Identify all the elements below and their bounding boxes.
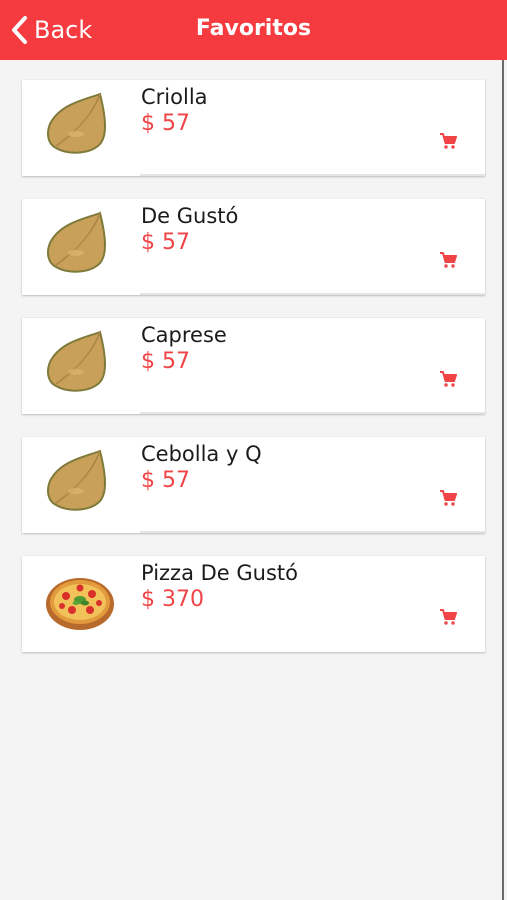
item-name: Criolla [141,85,208,109]
cart-icon[interactable] [439,370,457,388]
item-price: $ 57 [141,230,190,255]
list-item[interactable]: Caprese $ 57 [22,318,485,414]
cart-icon[interactable] [439,608,457,626]
list-item[interactable]: Pizza De Gustó $ 370 [22,556,485,652]
list-item[interactable]: De Gustó $ 57 [22,199,485,295]
favorites-list: Criolla $ 57 De Gustó $ 57 Caprese $ 57 … [22,80,485,675]
page-title: Favoritos [195,16,312,41]
item-name: De Gustó [141,204,239,228]
empanada-image [42,209,118,279]
divider [140,412,485,414]
cart-icon[interactable] [439,251,457,269]
item-name: Pizza De Gustó [141,561,298,585]
pizza-image [42,566,118,636]
item-name: Cebolla y Q [141,442,262,466]
divider [140,531,485,533]
cart-icon[interactable] [439,132,457,150]
item-price: $ 57 [141,111,190,136]
divider [140,174,485,176]
item-price: $ 57 [141,349,190,374]
list-item[interactable]: Criolla $ 57 [22,80,485,176]
item-price: $ 370 [141,587,204,612]
app-header: Back Favoritos [0,0,507,60]
item-name: Caprese [141,323,227,347]
item-price: $ 57 [141,468,190,493]
divider [140,293,485,295]
empanada-image [42,447,118,517]
cart-icon[interactable] [439,489,457,507]
empanada-image [42,90,118,160]
empanada-image [42,328,118,398]
list-item[interactable]: Cebolla y Q $ 57 [22,437,485,533]
scrollbar [502,60,504,900]
